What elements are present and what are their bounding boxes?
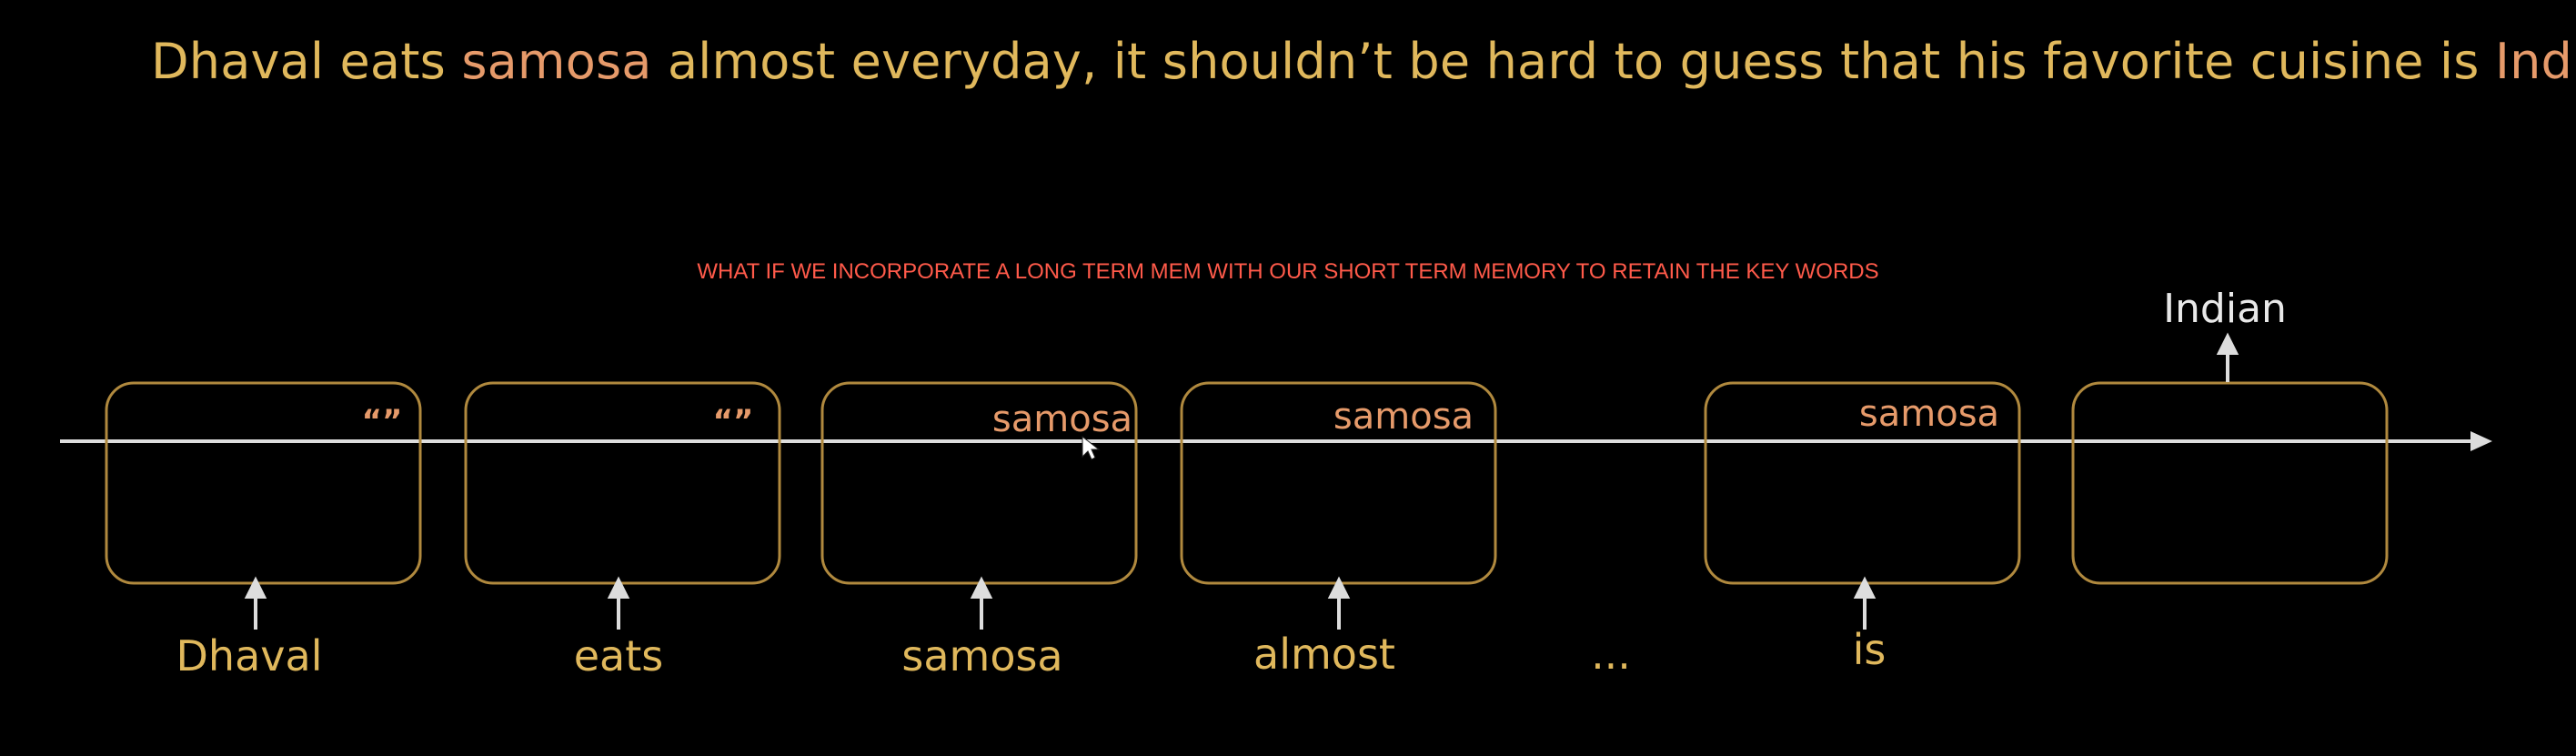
- output-label: Indian: [2163, 286, 2287, 332]
- mouse-pointer-icon: [1082, 435, 1101, 460]
- input-label-1: Dhaval: [176, 631, 323, 680]
- input-label-3: samosa: [901, 631, 1062, 680]
- timeline-arrowhead: [2470, 431, 2492, 451]
- rnn-memory-diagram: “” “” samosa samosa samosa Dhaval eats s…: [60, 286, 2492, 680]
- cell-box-6: [2071, 381, 2389, 585]
- input-label-2: eats: [574, 631, 664, 680]
- output-arrowhead: [2216, 332, 2239, 355]
- memory-label-2: “”: [713, 403, 754, 439]
- memory-label-4: samosa: [1333, 396, 1474, 438]
- ellipsis-label: ...: [1591, 630, 1631, 679]
- input-label-4: almost: [1253, 630, 1395, 679]
- memory-label-3: samosa: [992, 398, 1132, 440]
- memory-label-5: samosa: [1859, 393, 1999, 435]
- input-label-5: is: [1853, 625, 1887, 674]
- memory-label-1: “”: [362, 403, 403, 439]
